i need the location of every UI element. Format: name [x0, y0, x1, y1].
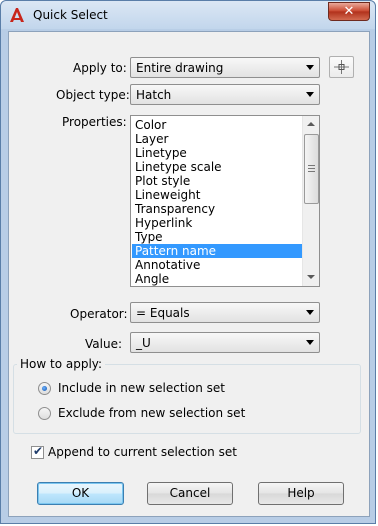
checkmark-icon: ✔	[33, 444, 44, 458]
exclude-label[interactable]: Exclude from new selection set	[58, 406, 245, 420]
apply-to-dropdown[interactable]: Entire drawing	[130, 57, 320, 78]
close-button[interactable]: ✕	[328, 2, 370, 21]
chevron-down-icon	[306, 340, 314, 345]
list-item[interactable]: Angle	[132, 272, 302, 286]
select-objects-button[interactable]	[329, 56, 354, 78]
apply-to-label: Apply to:	[73, 61, 127, 75]
title-bar[interactable]: Quick Select ✕	[1, 1, 375, 29]
scrollbar-thumb[interactable]	[304, 134, 319, 204]
operator-value: = Equals	[136, 306, 190, 320]
properties-label: Properties:	[62, 115, 127, 129]
how-to-apply-group	[13, 364, 361, 434]
window-title: Quick Select	[33, 8, 108, 22]
scroll-up-arrow-icon[interactable]	[303, 116, 319, 133]
chevron-down-icon	[306, 92, 314, 97]
dialog-body: Apply to: Entire drawing Object type: Ha…	[8, 31, 370, 517]
quick-select-window: Quick Select ✕ Apply to: Entire drawing …	[0, 0, 376, 524]
chevron-down-icon	[306, 65, 314, 70]
list-item[interactable]: Layer	[132, 132, 302, 146]
properties-listbox[interactable]: Color Layer Linetype Linetype scale Plot…	[130, 115, 320, 287]
include-label[interactable]: Include in new selection set	[58, 381, 225, 395]
ok-button[interactable]: OK	[37, 482, 124, 505]
list-item[interactable]: Transparency	[132, 202, 302, 216]
cancel-button[interactable]: Cancel	[147, 482, 233, 505]
properties-scrollbar[interactable]	[302, 116, 319, 286]
scroll-down-arrow-icon[interactable]	[303, 269, 319, 286]
list-item[interactable]: Hyperlink	[132, 216, 302, 230]
list-item[interactable]: Color	[132, 118, 302, 132]
operator-label: Operator:	[70, 307, 128, 321]
help-button[interactable]: Help	[258, 482, 344, 505]
close-icon: ✕	[343, 4, 355, 19]
how-to-apply-title: How to apply:	[17, 357, 106, 371]
list-item[interactable]: Type	[132, 230, 302, 244]
value-dropdown[interactable]: _U	[130, 332, 320, 353]
append-label[interactable]: Append to current selection set	[48, 445, 237, 459]
value-label: Value:	[85, 337, 122, 351]
list-item[interactable]: Linetype scale	[132, 160, 302, 174]
value-value: _U	[136, 336, 151, 350]
list-item[interactable]: Annotative	[132, 258, 302, 272]
apply-to-value: Entire drawing	[136, 61, 224, 75]
list-item[interactable]: Linetype	[132, 146, 302, 160]
exclude-radio[interactable]	[38, 407, 51, 420]
autocad-icon	[10, 8, 24, 22]
object-type-dropdown[interactable]: Hatch	[130, 84, 320, 105]
list-item[interactable]: Plot style	[132, 174, 302, 188]
list-item[interactable]: Lineweight	[132, 188, 302, 202]
select-objects-icon	[334, 60, 349, 74]
operator-dropdown[interactable]: = Equals	[130, 302, 320, 323]
object-type-label: Object type:	[56, 88, 130, 102]
chevron-down-icon	[306, 310, 314, 315]
append-checkbox[interactable]: ✔	[31, 444, 44, 459]
include-radio[interactable]	[38, 382, 51, 395]
object-type-value: Hatch	[136, 88, 172, 102]
list-item-selected[interactable]: Pattern name	[132, 244, 302, 258]
